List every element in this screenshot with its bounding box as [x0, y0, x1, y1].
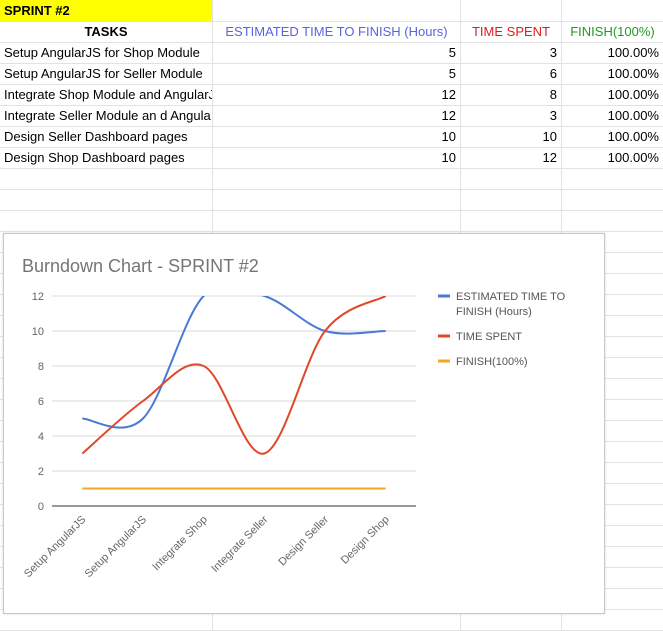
x-tick-label: Design Shop	[339, 514, 392, 567]
header-time-spent[interactable]: TIME SPENT	[461, 21, 562, 42]
empty-cell[interactable]	[213, 210, 461, 231]
empty-cell[interactable]	[461, 0, 562, 21]
y-tick-label: 4	[38, 431, 44, 443]
estimated-cell[interactable]: 5	[213, 42, 461, 63]
task-cell[interactable]: Setup AngularJS for Seller Module	[0, 63, 213, 84]
time-spent-cell[interactable]: 12	[461, 147, 562, 168]
empty-cell[interactable]	[213, 189, 461, 210]
empty-cell[interactable]	[562, 210, 663, 231]
x-tick-label: Integrate Seller	[209, 513, 270, 574]
y-tick-label: 0	[38, 501, 44, 513]
task-cell[interactable]: Design Shop Dashboard pages	[0, 147, 213, 168]
x-tick-label: Design Seller	[276, 513, 331, 568]
y-tick-label: 6	[38, 396, 44, 408]
x-tick-label: Integrate Shop	[150, 514, 210, 574]
header-tasks[interactable]: TASKS	[0, 21, 213, 42]
time-spent-cell[interactable]: 6	[461, 63, 562, 84]
empty-cell[interactable]	[562, 189, 663, 210]
header-finish[interactable]: FINISH(100%)	[562, 21, 663, 42]
empty-cell[interactable]	[0, 189, 213, 210]
task-cell[interactable]: Integrate Shop Module and AngularJ	[0, 84, 213, 105]
estimated-cell[interactable]: 5	[213, 63, 461, 84]
sheet-row: Design Seller Dashboard pages 10 10 100.00%	[0, 126, 663, 148]
legend-label: TIME SPENT	[456, 331, 522, 343]
finish-cell[interactable]: 100.00%	[562, 42, 663, 63]
sheet-row: SPRINT #2	[0, 0, 663, 22]
empty-cell[interactable]	[461, 189, 562, 210]
finish-cell[interactable]: 100.00%	[562, 84, 663, 105]
time-spent-cell[interactable]: 3	[461, 105, 562, 126]
finish-cell[interactable]: 100.00%	[562, 63, 663, 84]
time-spent-cell[interactable]: 10	[461, 126, 562, 147]
time-spent-cell[interactable]: 8	[461, 84, 562, 105]
series-line-1	[81, 296, 387, 455]
estimated-cell[interactable]: 10	[213, 126, 461, 147]
empty-cell[interactable]	[562, 0, 663, 21]
task-cell[interactable]: Design Seller Dashboard pages	[0, 126, 213, 147]
finish-cell[interactable]: 100.00%	[562, 105, 663, 126]
finish-cell[interactable]: 100.00%	[562, 147, 663, 168]
sheet-row	[0, 189, 663, 211]
legend-label-line: FINISH (Hours)	[456, 306, 532, 318]
sheet-row	[0, 210, 663, 232]
empty-cell[interactable]	[213, 0, 461, 21]
chart-svg: Burndown Chart - SPRINT #2 0 2 4 6 8 10 12 Setup…	[22, 256, 566, 580]
empty-cell[interactable]	[0, 210, 213, 231]
task-cell[interactable]: Setup AngularJS for Shop Module	[0, 42, 213, 63]
time-spent-cell[interactable]: 3	[461, 42, 562, 63]
y-tick-label: 2	[38, 466, 44, 478]
chart-title: Burndown Chart - SPRINT #2	[22, 256, 259, 276]
legend-label-line: FINISH(100%)	[456, 356, 528, 368]
x-tick-label: Setup AngularJS	[22, 514, 88, 580]
empty-cell[interactable]	[461, 210, 562, 231]
empty-cell[interactable]	[562, 168, 663, 189]
series-line-0	[82, 296, 386, 429]
sprint-title-cell[interactable]: SPRINT #2	[0, 0, 213, 21]
empty-cell[interactable]	[213, 168, 461, 189]
legend-label: FINISH(100%)	[456, 356, 528, 368]
legend-label: ESTIMATED TIME TO FINISH (Hours)	[456, 291, 566, 318]
estimated-cell[interactable]: 10	[213, 147, 461, 168]
sheet-row: Design Shop Dashboard pages 10 12 100.00%	[0, 147, 663, 169]
sheet-row: Setup AngularJS for Seller Module 5 6 100.0…	[0, 63, 663, 85]
empty-cell[interactable]	[0, 168, 213, 189]
legend-label-line: TIME SPENT	[456, 331, 522, 343]
sheet-row: Integrate Seller Module an d Angula 12 3 10…	[0, 105, 663, 127]
estimated-cell[interactable]: 12	[213, 105, 461, 126]
x-tick-label: Setup AngularJS	[83, 514, 149, 580]
sheet-row: TASKS ESTIMATED TIME TO FINISH (Hours) TIM…	[0, 21, 663, 43]
y-tick-label: 12	[32, 291, 44, 303]
task-cell[interactable]: Integrate Seller Module an d Angula	[0, 105, 213, 126]
finish-cell[interactable]: 100.00%	[562, 126, 663, 147]
y-tick-label: 10	[32, 326, 44, 338]
y-tick-label: 8	[38, 361, 44, 373]
estimated-cell[interactable]: 12	[213, 84, 461, 105]
sheet-row: Setup AngularJS for Shop Module 5 3 100.00%	[0, 42, 663, 64]
empty-cell[interactable]	[461, 168, 562, 189]
header-estimated[interactable]: ESTIMATED TIME TO FINISH (Hours)	[213, 21, 461, 42]
sheet-row	[0, 168, 663, 190]
legend-label-line: ESTIMATED TIME TO	[456, 291, 566, 303]
sheet-row: Integrate Shop Module and AngularJ 12 8 100…	[0, 84, 663, 106]
burndown-chart[interactable]: Burndown Chart - SPRINT #2 0 2 4 6 8 10 12 Setup…	[3, 233, 605, 614]
